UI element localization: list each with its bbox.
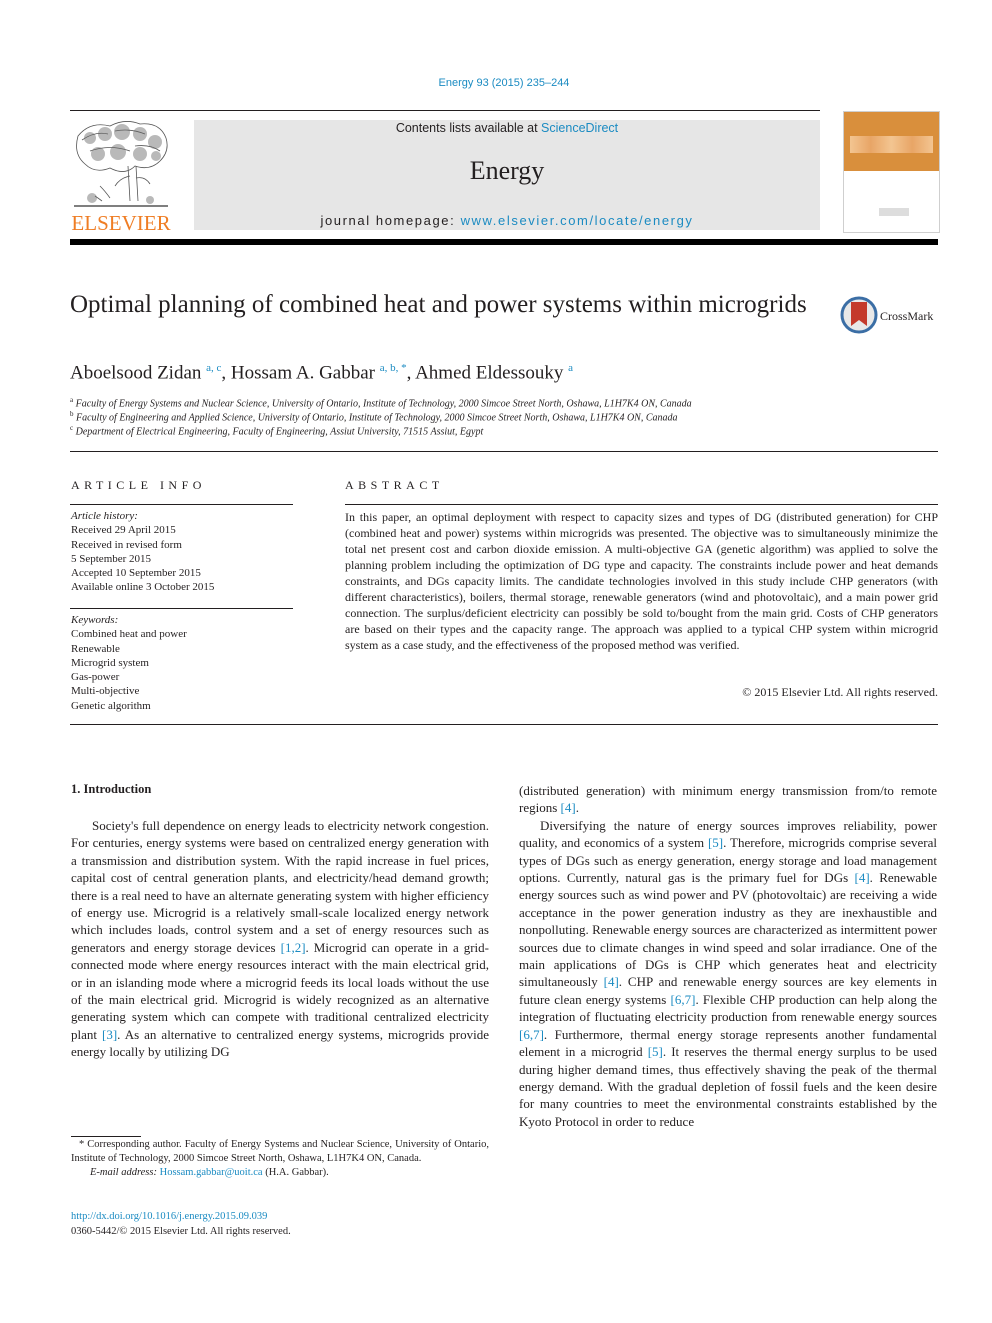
journal-name: Energy [469, 156, 545, 185]
paper-title: Optimal planning of combined heat and po… [70, 291, 807, 318]
citation-link[interactable]: [5] [648, 1044, 663, 1059]
journal-cover-thumbnail[interactable] [843, 111, 940, 233]
crossmark-icon[interactable] [840, 296, 880, 336]
author-name[interactable]: Hossam A. Gabbar [231, 362, 375, 383]
citation-link[interactable]: [4] [561, 800, 576, 815]
homepage-line: journal homepage: www.elsevier.com/locat… [194, 213, 820, 228]
email-label: E-mail address: [90, 1167, 160, 1179]
citation-link[interactable]: [5] [708, 835, 723, 850]
abstract-copyright: © 2015 Elsevier Ltd. All rights reserved… [742, 685, 938, 699]
affiliation: c Department of Electrical Engineering, … [70, 424, 483, 437]
crossmark-label[interactable]: CrossMark [880, 309, 933, 324]
history-item: Accepted 10 September 2015 [71, 567, 201, 580]
section-heading: 1. Introduction [71, 782, 152, 796]
keyword: Multi-objective [71, 685, 140, 698]
affiliation-text: Faculty of Energy Systems and Nuclear Sc… [75, 398, 692, 410]
author-email-link[interactable]: Hossam.gabbar@uoit.ca [160, 1167, 263, 1178]
body-paragraph: Diversifying the nature of energy source… [519, 817, 937, 1129]
history-item: Received 29 April 2015 [71, 524, 176, 537]
keywords-rule [70, 608, 293, 609]
footnote-text: * Corresponding author. Faculty of Energ… [71, 1139, 489, 1165]
affiliation: b Faculty of Engineering and Applied Sci… [70, 410, 678, 423]
keyword: Combined heat and power [71, 628, 187, 641]
footnote-rule [71, 1136, 141, 1137]
doi-link[interactable]: http://dx.doi.org/10.1016/j.energy.2015.… [71, 1211, 267, 1222]
header-rule [70, 110, 820, 111]
author-name[interactable]: Aboelsood Zidan [70, 362, 201, 383]
affiliation: a Faculty of Energy Systems and Nuclear … [70, 396, 692, 409]
keywords: Keywords: Combined heat and power Renewa… [71, 613, 187, 713]
history-item: Received in revised form [71, 538, 182, 551]
author-affiliation-marker[interactable]: a, b, * [380, 362, 407, 374]
keyword: Genetic algorithm [71, 699, 151, 712]
history-item: 5 September 2015 [71, 552, 152, 565]
keyword: Renewable [71, 642, 120, 655]
article-history: Article history: Received 29 April 2015 … [71, 509, 214, 595]
cover-publisher-mark [879, 208, 909, 216]
body-column-left: Society's full dependence on energy lead… [71, 817, 489, 1061]
citation-link[interactable]: [4] [604, 974, 619, 989]
affiliation-text: Faculty of Engineering and Applied Scien… [76, 412, 678, 424]
author-name[interactable]: Ahmed Eldessouky [415, 362, 563, 383]
body-paragraph: Society's full dependence on energy lead… [71, 818, 489, 1060]
keywords-label: Keywords: [71, 614, 119, 626]
contents-line: Contents lists available at ScienceDirec… [194, 121, 820, 135]
affiliation-key: c [70, 424, 74, 432]
affiliation-key: b [70, 410, 74, 418]
author-separator: , [221, 362, 231, 384]
abstract-text: In this paper, an optimal deployment wit… [345, 510, 938, 652]
email-suffix: (H.A. Gabbar). [262, 1167, 329, 1179]
body-paragraph-continuation: (distributed generation) with minimum en… [519, 783, 937, 816]
title-block-rule [70, 451, 938, 452]
citation-link[interactable]: [1,2] [281, 940, 306, 955]
footnote-email-line: E-mail address: Hossam.gabbar@uoit.ca (H… [71, 1166, 489, 1180]
abstract-heading: ABSTRACT [345, 478, 444, 492]
citation-link[interactable]: [4] [854, 870, 869, 885]
front-matter-rule [70, 724, 938, 725]
article-info-heading: ARTICLE INFO [71, 478, 206, 492]
issn-copyright: 0360-5442/© 2015 Elsevier Ltd. All right… [71, 1226, 291, 1237]
author-separator: , [406, 362, 416, 384]
journal-citation-link[interactable]: Energy 93 (2015) 235–244 [0, 77, 992, 89]
author-list: Aboelsood Zidan a, c, Hossam A. Gabbar a… [70, 362, 573, 384]
journal-homepage-link[interactable]: www.elsevier.com/locate/energy [461, 213, 694, 228]
publisher-wordmark: ELSEVIER [71, 211, 171, 235]
sciencedirect-link[interactable]: ScienceDirect [541, 121, 618, 135]
abstract-rule [345, 504, 938, 505]
citation-link[interactable]: [6,7] [519, 1027, 544, 1042]
corresponding-author-footnote: * Corresponding author. Faculty of Energ… [71, 1138, 489, 1181]
author-affiliation-marker[interactable]: a, c [206, 362, 221, 374]
cover-title-band [850, 136, 933, 153]
citation-link[interactable]: [3] [102, 1027, 117, 1042]
affiliation-text: Department of Electrical Engineering, Fa… [75, 426, 484, 438]
history-label: Article history: [71, 510, 138, 522]
header-thick-rule [70, 239, 938, 245]
homepage-prefix: journal homepage: [320, 213, 461, 228]
citation-link[interactable]: [6,7] [671, 992, 696, 1007]
affiliation-key: a [70, 396, 74, 404]
body-column-right: (distributed generation) with minimum en… [519, 782, 937, 1130]
keyword: Gas-power [71, 671, 120, 684]
author-affiliation-marker[interactable]: a [568, 362, 573, 374]
contents-prefix: Contents lists available at [395, 121, 542, 135]
article-info-rule [70, 504, 293, 505]
history-item: Available online 3 October 2015 [71, 581, 215, 594]
keyword: Microgrid system [71, 656, 149, 669]
